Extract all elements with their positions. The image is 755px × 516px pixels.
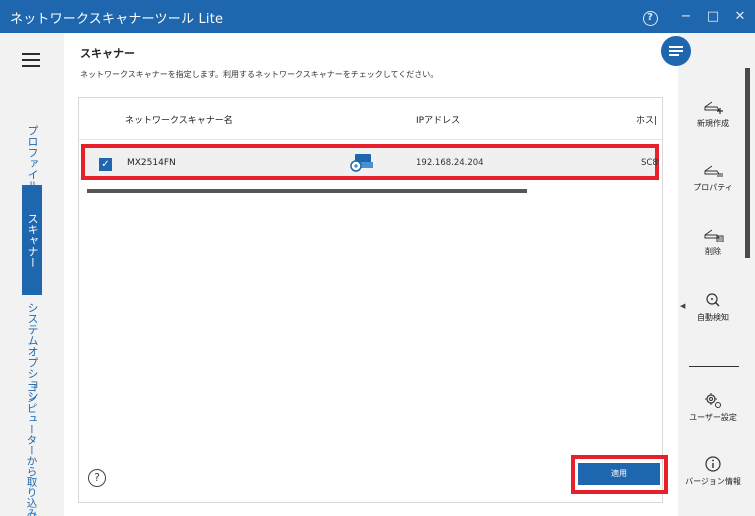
column-header-name[interactable]: ネットワークスキャナー名 [125, 113, 233, 126]
vertical-scrollbar[interactable] [745, 68, 750, 258]
user-settings-button[interactable]: ユーザー設定 [685, 392, 741, 423]
new-label: 新規作成 [697, 119, 729, 128]
scanner-ip: 192.168.24.204 [416, 158, 484, 168]
info-icon [705, 456, 721, 472]
user-settings-label: ユーザー設定 [689, 413, 737, 422]
help-icon[interactable]: ? [88, 469, 106, 487]
minimize-button[interactable]: − [672, 0, 700, 33]
delete-icon [704, 229, 724, 242]
help-button[interactable]: ? [636, 0, 664, 33]
properties-button[interactable]: プロパティ [685, 162, 741, 193]
nav-tab-import-from-computer[interactable]: コンピューターから取り込み [22, 382, 42, 516]
properties-label: プロパティ [693, 183, 733, 192]
gear-icon [705, 393, 721, 408]
search-icon [706, 293, 720, 307]
left-navigation: プロファイル スキャナー システムオプション コンピューターから取り込み [0, 33, 64, 516]
properties-icon [704, 165, 723, 177]
window-title: ネットワークスキャナーツール Lite [10, 12, 224, 27]
menu-fab-icon[interactable] [661, 36, 691, 66]
delete-label: 削除 [705, 247, 721, 256]
close-button[interactable]: ✕ [726, 0, 754, 33]
auto-detect-button[interactable]: 自動検知 [685, 292, 741, 323]
column-header-host[interactable]: ホス| [636, 113, 657, 126]
title-bar: ネットワークスキャナーツール Lite ? − □ ✕ [0, 0, 755, 33]
page-title: スキャナー [80, 47, 135, 60]
scanner-host: SC89 [641, 158, 659, 168]
scanner-name: MX2514FN [127, 158, 176, 168]
new-button[interactable]: 新規作成 [685, 98, 741, 129]
nav-tab-scanner[interactable]: スキャナー [22, 185, 42, 295]
horizontal-scrollbar[interactable] [87, 189, 527, 193]
row-checkbox[interactable]: ✓ [99, 158, 112, 171]
apply-button[interactable]: 適用 [578, 463, 660, 485]
network-scanner-icon [350, 154, 373, 172]
table-row[interactable]: ✓ MX2514FN 192.168.24.204 SC89 [81, 144, 659, 180]
new-scanner-icon [704, 101, 723, 114]
version-info-label: バージョン情報 [685, 477, 741, 486]
panel-divider [689, 366, 739, 367]
list-header: ネットワークスキャナー名 IPアドレス ホス| [79, 98, 662, 140]
menu-icon[interactable] [22, 53, 40, 67]
main-content: スキャナー ネットワークスキャナーを指定します。利用するネットワークスキャナーを… [64, 33, 678, 516]
page-description: ネットワークスキャナーを指定します。利用するネットワークスキャナーをチェックして… [80, 70, 439, 79]
maximize-button[interactable]: □ [699, 0, 727, 33]
delete-button[interactable]: 削除 [685, 226, 741, 257]
scanner-list: ネットワークスキャナー名 IPアドレス ホス| ✓ MX2514FN 192.1… [78, 97, 663, 503]
help-icon: ? [642, 11, 658, 26]
auto-detect-label: 自動検知 [697, 313, 729, 322]
column-header-ip[interactable]: IPアドレス [416, 113, 460, 126]
version-info-button[interactable]: バージョン情報 [685, 456, 741, 487]
